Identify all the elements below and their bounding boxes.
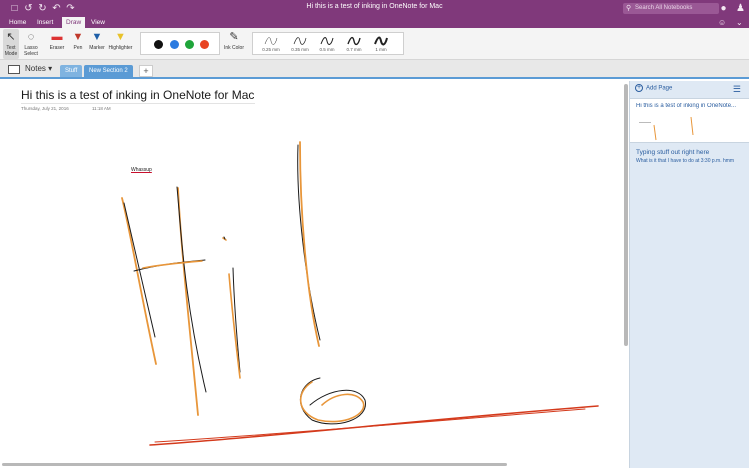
page-item-preview: What is it that I have to do at 3:30 p.m… [636, 158, 735, 164]
plus-icon: + [635, 84, 643, 92]
add-page-label: Add Page [646, 85, 673, 92]
bell-icon[interactable]: ● [718, 3, 729, 14]
page-item-title: Hi this is a test of inking in OneNote..… [636, 103, 737, 109]
ink-stroke-underline-1 [149, 405, 599, 446]
ink-stroke-dot-orange [299, 381, 365, 423]
page-item-title: Typing stuff out right here [636, 149, 710, 156]
page-thumbnail [639, 116, 694, 141]
share-icon[interactable]: ♟ [735, 3, 746, 14]
horizontal-scrollbar[interactable] [2, 463, 507, 466]
page-list-sidebar: + Add Page ☰ Hi this is a test of inking … [629, 81, 749, 468]
ink-stroke-h-right-orange [177, 187, 199, 416]
ink-stroke-h-bar-orange [142, 260, 203, 269]
search-placeholder: Search All Notebooks [635, 5, 693, 11]
ink-layer [121, 141, 599, 446]
search-input[interactable]: ⚲ Search All Notebooks [623, 3, 719, 14]
ink-stroke-h-right-black [176, 186, 207, 393]
ink-stroke-i-orange [228, 273, 241, 379]
page-list-item[interactable]: Typing stuff out right here What is it t… [630, 144, 749, 176]
page-list-item-current[interactable]: Hi this is a test of inking in OneNote..… [630, 99, 749, 143]
collapse-ribbon-icon[interactable]: ⌄ [736, 18, 743, 27]
add-page-button[interactable]: + Add Page [635, 84, 672, 94]
vertical-scrollbar[interactable] [624, 84, 628, 346]
list-view-icon[interactable]: ☰ [733, 84, 741, 95]
smiley-icon[interactable]: ☺ [718, 18, 726, 27]
ink-stroke-h-left-orange [121, 197, 157, 365]
